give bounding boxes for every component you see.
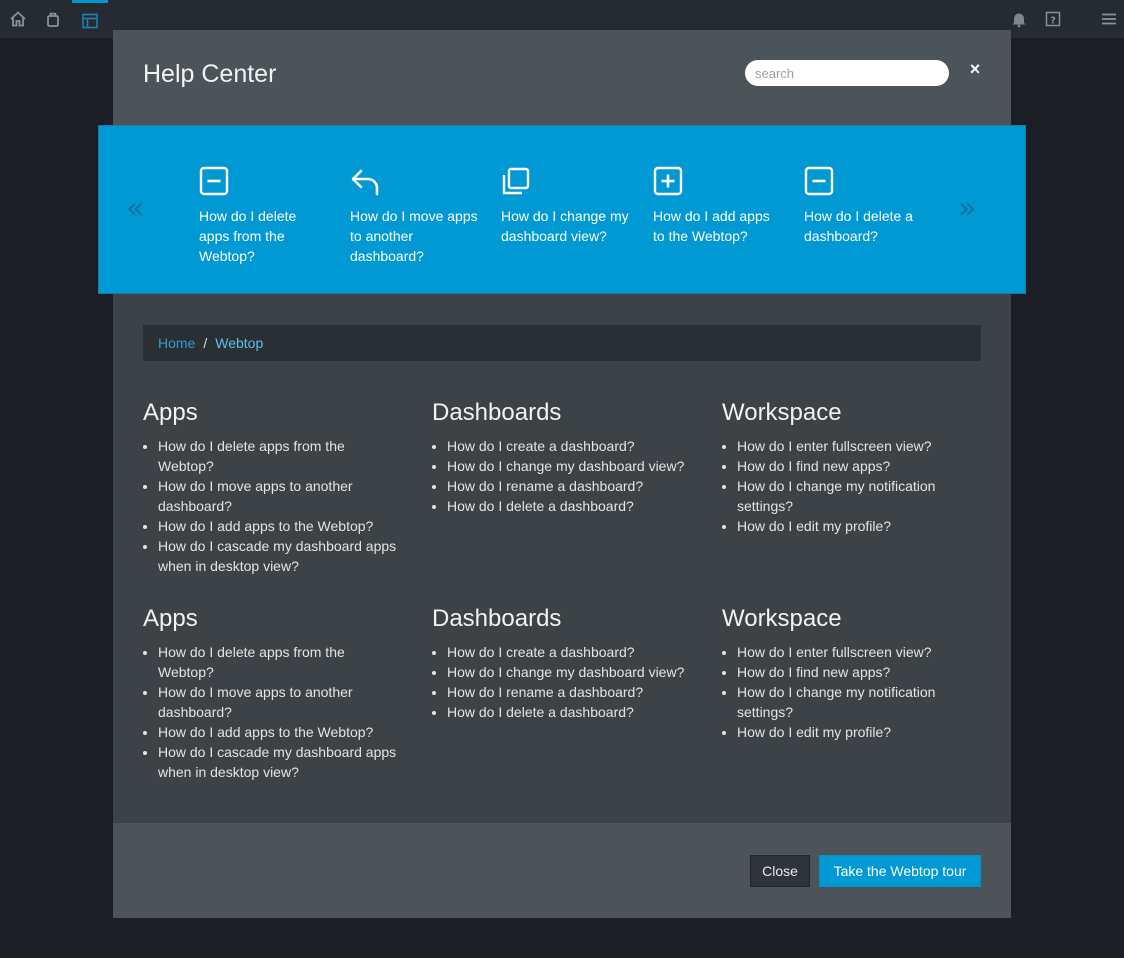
question-link[interactable]: How do I find new apps?	[737, 456, 982, 476]
question-link[interactable]: How do I change my notification settings…	[737, 682, 982, 722]
question-link[interactable]: How do I find new apps?	[737, 662, 982, 682]
question-link[interactable]: How do I add apps to the Webtop?	[158, 722, 403, 742]
breadcrumb-separator: /	[203, 335, 208, 351]
layout-icon	[82, 13, 98, 28]
section-title: Workspace	[722, 605, 842, 632]
question-list: How do I create a dashboard? How do I ch…	[432, 436, 702, 516]
section-title: Dashboards	[432, 399, 562, 426]
question-link[interactable]: How do I change my dashboard view?	[447, 662, 702, 682]
question-link[interactable]: How do I change my dashboard view?	[447, 456, 702, 476]
question-link[interactable]: How do I add apps to the Webtop?	[158, 516, 403, 536]
section-workspace: Workspace How do I enter fullscreen view…	[722, 604, 982, 742]
breadcrumb-current: Webtop	[215, 335, 264, 351]
carousel-prev-icon[interactable]: «	[126, 194, 150, 224]
question-link[interactable]: How do I rename a dashboard?	[447, 476, 702, 496]
question-link[interactable]: How do I delete a dashboard?	[447, 702, 702, 722]
question-link[interactable]: How do I cascade my dashboard apps when …	[158, 742, 403, 782]
menu-button[interactable]	[1091, 0, 1124, 38]
question-link[interactable]: How do I delete apps from the Webtop?	[158, 436, 403, 476]
carousel-next-icon[interactable]: »	[958, 194, 982, 224]
question-link[interactable]: How do I move apps to another dashboard?	[158, 476, 403, 516]
carousel-item-label: How do I move apps to another dashboard?	[350, 208, 478, 264]
carousel-item[interactable]: How do I change my dashboard view?	[501, 166, 631, 246]
question-link[interactable]: How do I create a dashboard?	[447, 642, 702, 662]
question-link[interactable]: How do I edit my profile?	[737, 722, 982, 742]
carousel-item-label: How do I delete a dashboard?	[804, 208, 913, 244]
question-link[interactable]: How do I delete a dashboard?	[447, 496, 702, 516]
home-icon	[10, 11, 26, 27]
section-dashboards: Dashboards How do I create a dashboard? …	[432, 398, 702, 516]
modal-footer: Close Take the Webtop tour	[113, 823, 1011, 918]
menu-icon	[1102, 13, 1116, 25]
carousel-item[interactable]: How do I add apps to the Webtop?	[653, 166, 783, 246]
question-link[interactable]: How do I delete apps from the Webtop?	[158, 642, 403, 682]
carousel-item[interactable]: How do I delete apps from the Webtop?	[199, 166, 329, 266]
breadcrumb-home-link[interactable]: Home	[158, 335, 195, 351]
layout-button[interactable]	[72, 0, 108, 38]
modal-title: Help Center	[143, 60, 277, 88]
carousel-item-label: How do I add apps to the Webtop?	[653, 208, 770, 244]
take-tour-button[interactable]: Take the Webtop tour	[819, 855, 981, 887]
modal-header: Help Center ×	[113, 30, 1011, 126]
section-apps: Apps How do I delete apps from the Webto…	[143, 604, 403, 782]
question-link[interactable]: How do I change my notification settings…	[737, 476, 982, 516]
minus-square-icon	[199, 166, 229, 196]
copy-icon	[502, 167, 530, 195]
faq-carousel: « » How do I delete apps from the Webtop…	[98, 125, 1026, 294]
question-link[interactable]: How do I create a dashboard?	[447, 436, 702, 456]
close-icon[interactable]: ×	[965, 58, 985, 80]
help-icon: ?	[1045, 11, 1061, 26]
minus-square-icon	[804, 166, 834, 196]
section-dashboards: Dashboards How do I create a dashboard? …	[432, 604, 702, 722]
question-link[interactable]: How do I edit my profile?	[737, 516, 982, 536]
section-title: Dashboards	[432, 605, 562, 632]
close-button[interactable]: Close	[750, 855, 810, 887]
section-title: Workspace	[722, 399, 842, 426]
carousel-item[interactable]: How do I move apps to another dashboard?	[350, 166, 480, 266]
section-title: Apps	[143, 605, 198, 632]
question-link[interactable]: How do I enter fullscreen view?	[737, 642, 982, 662]
svg-text:?: ?	[1050, 15, 1056, 26]
plus-square-icon	[653, 166, 683, 196]
search-input[interactable]	[745, 60, 949, 86]
bag-icon	[47, 12, 59, 27]
carousel-item-label: How do I change my dashboard view?	[501, 208, 629, 244]
home-button[interactable]	[0, 0, 36, 38]
help-button[interactable]: ?	[1035, 0, 1071, 38]
question-list: How do I enter fullscreen view? How do I…	[722, 642, 982, 742]
breadcrumb: Home / Webtop	[143, 325, 981, 361]
reply-arrow-icon	[351, 169, 379, 196]
question-link[interactable]: How do I move apps to another dashboard?	[158, 682, 403, 722]
question-list: How do I delete apps from the Webtop? Ho…	[143, 642, 403, 782]
section-apps: Apps How do I delete apps from the Webto…	[143, 398, 403, 576]
carousel-item-label: How do I delete apps from the Webtop?	[199, 208, 297, 264]
question-link[interactable]: How do I enter fullscreen view?	[737, 436, 982, 456]
section-title: Apps	[143, 399, 198, 426]
carousel-item[interactable]: How do I delete a dashboard?	[804, 166, 934, 246]
question-link[interactable]: How do I rename a dashboard?	[447, 682, 702, 702]
question-list: How do I enter fullscreen view? How do I…	[722, 436, 982, 536]
question-list: How do I delete apps from the Webtop? Ho…	[143, 436, 403, 576]
bell-icon	[1012, 13, 1026, 28]
section-workspace: Workspace How do I enter fullscreen view…	[722, 398, 982, 536]
question-link[interactable]: How do I cascade my dashboard apps when …	[158, 536, 403, 576]
question-list: How do I create a dashboard? How do I ch…	[432, 642, 702, 722]
bag-button[interactable]	[35, 0, 71, 38]
